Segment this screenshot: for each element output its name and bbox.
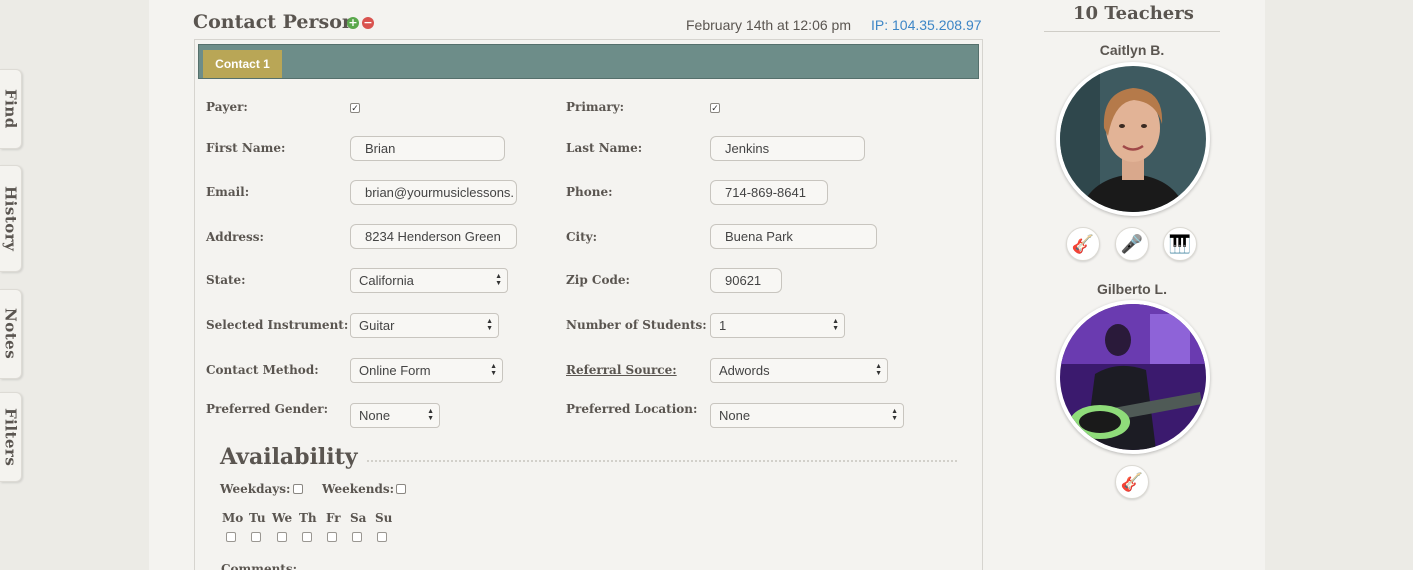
- address-label: Address:: [206, 230, 264, 244]
- day-label-th: Th: [299, 511, 317, 525]
- num-students-label: Number of Students:: [566, 318, 707, 332]
- last-name-field[interactable]: Jenkins: [710, 136, 865, 161]
- day-label-tu: Tu: [249, 511, 266, 525]
- side-tab-history-label: History: [1, 185, 20, 252]
- first-name-label: First Name:: [206, 141, 286, 155]
- side-tab-notes-label: Notes: [1, 308, 20, 360]
- weekdays-checkbox[interactable]: [293, 484, 303, 494]
- side-tab-find-label: Find: [1, 89, 20, 129]
- payer-label: Payer:: [206, 100, 248, 114]
- select-arrows-icon: ▲ ▼: [832, 318, 839, 332]
- page-title: Contact Person: [193, 11, 356, 33]
- timestamp: February 14th at 12:06 pm: [686, 17, 851, 33]
- teachers-count-heading: 10 Teachers: [1073, 3, 1194, 24]
- ip-address[interactable]: IP: 104.35.208.97: [871, 17, 982, 33]
- select-arrows-icon: ▲ ▼: [495, 273, 502, 287]
- teacher-avatar[interactable]: [1056, 62, 1210, 216]
- weekends-label: Weekends:: [322, 482, 395, 496]
- state-select[interactable]: California ▲ ▼: [350, 268, 508, 293]
- teacher-photo: [1060, 66, 1206, 212]
- first-name-field[interactable]: Brian: [350, 136, 505, 161]
- day-label-sa: Sa: [350, 511, 367, 525]
- weekends-checkbox[interactable]: [396, 484, 406, 494]
- gender-value: None: [359, 408, 391, 423]
- primary-checkbox[interactable]: ✓: [710, 103, 720, 113]
- day-label-we: We: [272, 511, 293, 525]
- email-label: Email:: [206, 185, 250, 199]
- contact-method-value: Online Form: [359, 363, 431, 378]
- comments-label: Comments:: [221, 562, 298, 570]
- day-checkbox-tu[interactable]: [251, 532, 261, 542]
- city-label: City:: [566, 230, 598, 244]
- contact-method-select[interactable]: Online Form ▲ ▼: [350, 358, 503, 383]
- referral-value: Adwords: [719, 363, 770, 378]
- referral-source-select[interactable]: Adwords ▲ ▼: [710, 358, 888, 383]
- state-label: State:: [206, 273, 246, 287]
- select-arrows-icon: ▲ ▼: [490, 363, 497, 377]
- teacher-avatar[interactable]: [1056, 300, 1210, 454]
- teacher-name[interactable]: Gilberto L.: [1044, 281, 1220, 297]
- referral-source-link[interactable]: Referral Source:: [566, 363, 677, 377]
- side-tab-find[interactable]: Find: [0, 69, 22, 149]
- day-label-mo: Mo: [222, 511, 244, 525]
- day-checkbox-we[interactable]: [277, 532, 287, 542]
- weekdays-label: Weekdays:: [220, 482, 291, 496]
- teacher-name[interactable]: Caitlyn B.: [1044, 42, 1220, 58]
- instrument-select[interactable]: Guitar ▲ ▼: [350, 313, 499, 338]
- phone-field[interactable]: 714-869-8641: [710, 180, 828, 205]
- zip-field[interactable]: 90621: [710, 268, 782, 293]
- teacher-photo: [1060, 304, 1206, 450]
- microphone-icon: 🎤: [1115, 227, 1149, 261]
- select-arrows-icon: ▲ ▼: [891, 408, 898, 422]
- select-arrows-icon: ▲ ▼: [486, 318, 493, 332]
- location-select[interactable]: None ▲ ▼: [710, 403, 904, 428]
- state-value: California: [359, 273, 414, 288]
- day-checkbox-fr[interactable]: [327, 532, 337, 542]
- select-arrows-icon: ▲ ▼: [427, 408, 434, 422]
- side-tab-notes[interactable]: Notes: [0, 289, 22, 379]
- contact-panel: [194, 39, 983, 570]
- num-students-value: 1: [719, 318, 727, 333]
- piano-icon: 🎹: [1163, 227, 1197, 261]
- location-label: Preferred Location:: [566, 402, 698, 416]
- gender-label: Preferred Gender:: [206, 402, 329, 416]
- contact-actions: + −: [347, 17, 374, 29]
- last-name-label: Last Name:: [566, 141, 643, 155]
- gender-select[interactable]: None ▲ ▼: [350, 403, 440, 428]
- email-field[interactable]: brian@yourmusiclessons.: [350, 180, 517, 205]
- city-field[interactable]: Buena Park: [710, 224, 877, 249]
- instrument-value: Guitar: [359, 318, 395, 333]
- contact-method-label: Contact Method:: [206, 363, 319, 377]
- day-label-su: Su: [375, 511, 393, 525]
- day-checkbox-th[interactable]: [302, 532, 312, 542]
- guitar-icon: 🎸: [1115, 465, 1149, 499]
- zip-label: Zip Code:: [566, 273, 630, 287]
- primary-label: Primary:: [566, 100, 625, 114]
- tab-contact-1[interactable]: Contact 1: [203, 50, 282, 78]
- day-checkbox-mo[interactable]: [226, 532, 236, 542]
- guitar-icon: 🎸: [1066, 227, 1100, 261]
- day-label-fr: Fr: [326, 511, 341, 525]
- day-checkbox-sa[interactable]: [352, 532, 362, 542]
- day-checkbox-su[interactable]: [377, 532, 387, 542]
- availability-heading: Availability: [220, 444, 358, 470]
- location-value: None: [719, 408, 751, 423]
- side-tab-filters-label: Filters: [1, 407, 20, 467]
- payer-checkbox[interactable]: ✓: [350, 103, 360, 113]
- side-tab-history[interactable]: History: [0, 165, 22, 272]
- remove-contact-icon[interactable]: −: [362, 17, 374, 29]
- contact-tab-bar: [198, 44, 979, 79]
- add-contact-icon[interactable]: +: [347, 17, 359, 29]
- availability-divider: [367, 460, 957, 462]
- select-arrows-icon: ▲ ▼: [875, 363, 882, 377]
- side-tab-filters[interactable]: Filters: [0, 392, 22, 482]
- phone-label: Phone:: [566, 185, 613, 199]
- teachers-divider: [1044, 31, 1220, 32]
- num-students-select[interactable]: 1 ▲ ▼: [710, 313, 845, 338]
- address-field[interactable]: 8234 Henderson Green: [350, 224, 517, 249]
- instrument-label: Selected Instrument:: [206, 318, 349, 332]
